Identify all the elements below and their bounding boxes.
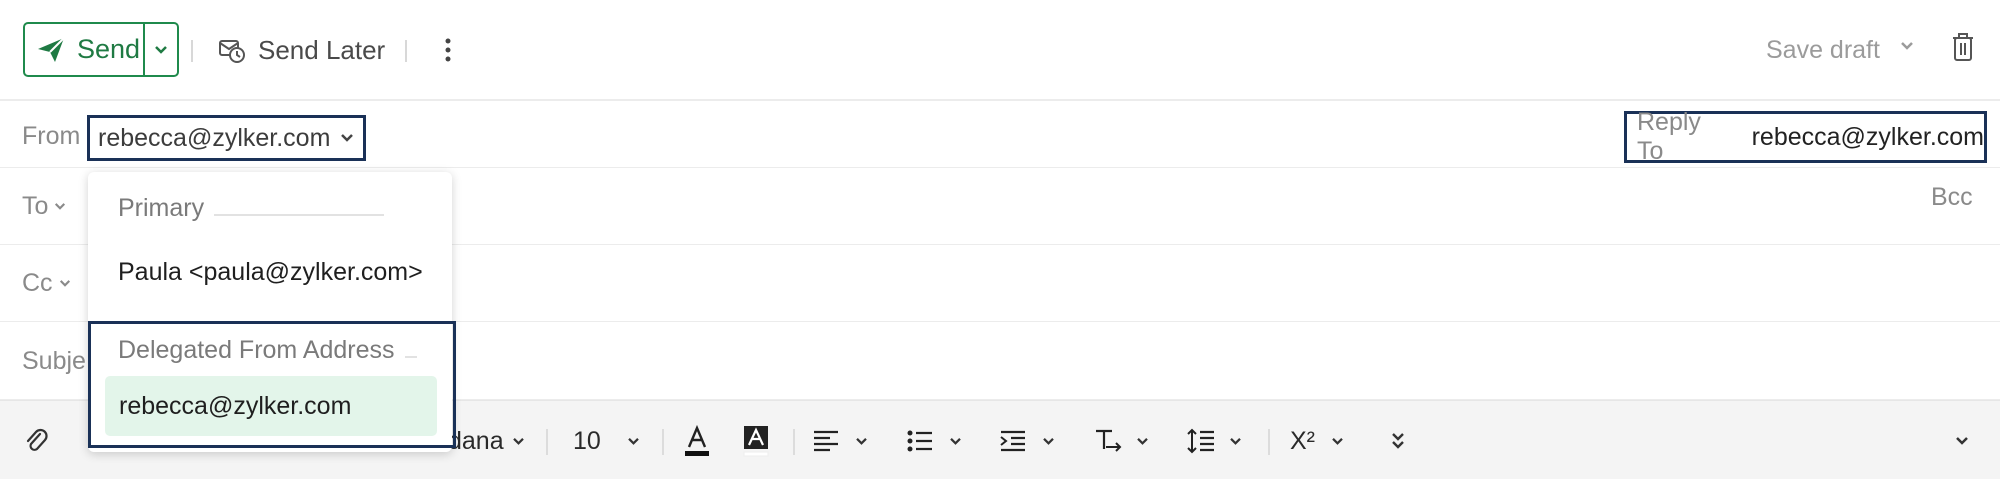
font-size-dropdown[interactable]: 10 xyxy=(573,421,640,461)
align-left-icon xyxy=(814,430,838,452)
chevron-down-icon xyxy=(59,279,70,287)
delegated-address-option[interactable]: rebecca@zylker.com xyxy=(105,376,437,436)
indent-icon xyxy=(1000,430,1025,452)
delegated-header-label: Delegated From Address xyxy=(118,336,395,364)
cc-label: Cc xyxy=(22,268,53,297)
subject-label: Subje xyxy=(22,346,86,375)
primary-section-header: Primary xyxy=(118,194,428,223)
chevron-down-icon xyxy=(1901,42,1913,50)
chevron-down-icon xyxy=(155,45,168,54)
background-color-icon xyxy=(743,426,769,457)
send-button-group: Send xyxy=(23,22,179,77)
send-later-button[interactable]: Send Later xyxy=(218,30,385,70)
chevron-down-icon xyxy=(856,437,867,445)
chevron-down-icon xyxy=(341,134,354,142)
format-divider xyxy=(793,429,795,455)
delegated-section: Delegated From Address rebecca@zylker.co… xyxy=(88,321,456,448)
primary-header-label: Primary xyxy=(118,194,205,222)
double-chevron-down-icon xyxy=(1392,433,1404,449)
cc-field-toggle[interactable]: Cc xyxy=(22,263,71,303)
toolbar-divider xyxy=(405,40,407,62)
alignment-dropdown[interactable] xyxy=(813,421,868,461)
paperclip-icon xyxy=(26,428,48,451)
send-button[interactable]: Send xyxy=(25,24,143,75)
more-formatting-button[interactable] xyxy=(1391,421,1405,461)
section-divider xyxy=(214,213,385,216)
delegated-address-label: rebecca@zylker.com xyxy=(119,391,352,420)
chevron-down-icon xyxy=(1043,437,1054,445)
attach-button[interactable] xyxy=(24,421,48,461)
delegated-section-header: Delegated From Address xyxy=(118,336,417,365)
save-draft-label: Save draft xyxy=(1766,35,1880,64)
list-dropdown[interactable] xyxy=(907,421,962,461)
save-draft-button[interactable]: Save draft xyxy=(1766,30,1880,70)
vertical-ellipsis-icon xyxy=(445,38,451,62)
font-family-dropdown[interactable]: dana xyxy=(448,421,525,461)
format-divider xyxy=(546,429,548,455)
reply-to-value: rebecca@zylker.com xyxy=(1751,122,1984,151)
bcc-toggle[interactable]: Bcc xyxy=(1931,183,1973,212)
send-icon xyxy=(38,36,65,62)
chevron-down-icon xyxy=(55,202,66,210)
send-later-label: Send Later xyxy=(258,34,386,65)
format-divider xyxy=(662,429,664,455)
line-spacing-icon xyxy=(1187,428,1214,454)
superscript-icon: X² xyxy=(1290,426,1315,455)
collapse-toolbar-button[interactable] xyxy=(1955,421,1969,461)
from-address-value: rebecca@zylker.com xyxy=(98,123,331,152)
chevron-down-icon xyxy=(1332,437,1343,445)
send-label: Send xyxy=(77,34,141,64)
text-direction-dropdown[interactable] xyxy=(1094,421,1149,461)
indent-dropdown[interactable] xyxy=(1000,421,1055,461)
chevron-down-icon xyxy=(512,437,524,445)
from-address-selector[interactable]: rebecca@zylker.com xyxy=(87,115,366,161)
section-divider xyxy=(404,355,417,358)
superscript-dropdown[interactable]: X² xyxy=(1290,421,1344,461)
trash-icon xyxy=(1953,33,1973,61)
to-label: To xyxy=(22,191,49,220)
text-direction-icon xyxy=(1096,429,1122,452)
line-spacing-dropdown[interactable] xyxy=(1187,421,1242,461)
save-draft-options[interactable] xyxy=(1900,38,1914,56)
send-options-dropdown[interactable] xyxy=(143,24,177,75)
chevron-down-icon xyxy=(950,437,961,445)
to-field-toggle[interactable]: To xyxy=(22,186,66,226)
compose-toolbar: Send Send Later Save draft xyxy=(0,0,2000,101)
chevron-down-icon xyxy=(1137,437,1148,445)
font-size-value: 10 xyxy=(573,426,601,455)
bullet-list-icon xyxy=(907,430,932,452)
text-color-button[interactable] xyxy=(684,421,710,461)
primary-address-option[interactable]: Paula <paula@zylker.com> xyxy=(118,258,423,287)
reply-to-field[interactable]: Reply To rebecca@zylker.com xyxy=(1624,108,1987,165)
highlight-color-button[interactable] xyxy=(743,421,769,461)
format-divider xyxy=(1268,429,1270,455)
from-label: From xyxy=(22,121,81,150)
text-color-icon xyxy=(685,425,709,456)
discard-button[interactable] xyxy=(1951,32,1975,67)
send-later-clock-icon xyxy=(219,40,245,63)
chevron-down-icon xyxy=(628,437,639,445)
toolbar-divider xyxy=(191,40,193,62)
reply-to-label: Reply To xyxy=(1637,108,1701,165)
font-family-value: dana xyxy=(448,426,504,455)
more-options-button[interactable] xyxy=(438,32,458,68)
chevron-down-icon xyxy=(1230,437,1241,445)
chevron-down-icon xyxy=(1956,437,1968,445)
